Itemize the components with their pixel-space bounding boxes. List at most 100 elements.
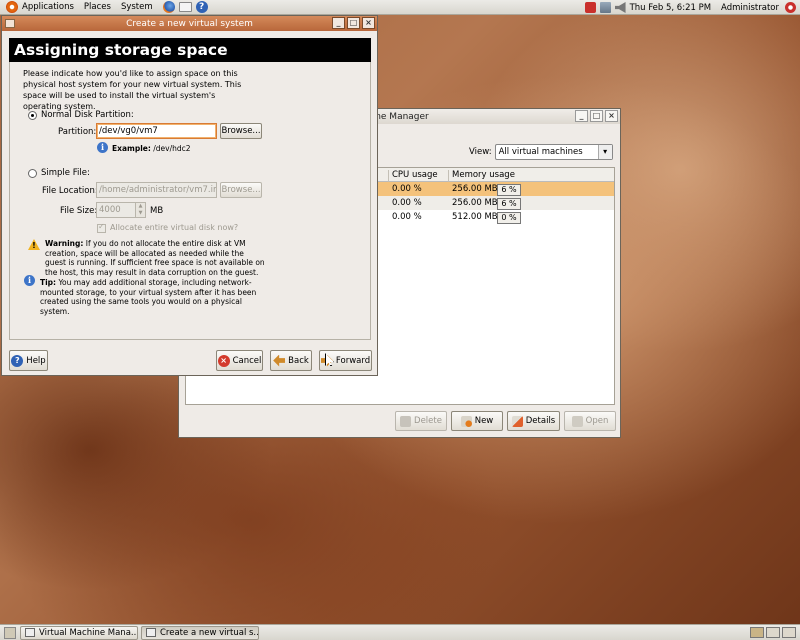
menu-system[interactable]: System: [121, 2, 153, 12]
back-label: Back: [288, 355, 309, 366]
tip-title: Tip:: [40, 278, 57, 287]
update-notifier-icon[interactable]: [584, 2, 596, 13]
memory-percent-badge: 6 %: [497, 184, 521, 196]
intro-text: Please indicate how you'd like to assign…: [23, 69, 242, 111]
system-tray: Thu Feb 5, 6:21 PM Administrator: [584, 0, 800, 15]
file-location-label: File Location:: [42, 186, 98, 196]
warning-title: Warning:: [45, 239, 84, 248]
new-button[interactable]: New: [451, 411, 503, 431]
file-size-input[interactable]: 4000: [96, 202, 136, 218]
wizard-title: Create a new virtual system: [126, 18, 253, 29]
partition-label: Partition:: [58, 127, 97, 137]
arrow-left-icon: [273, 354, 286, 367]
maximize-icon[interactable]: □: [590, 110, 603, 122]
file-size-label: File Size:: [60, 206, 98, 216]
column-cpu-usage[interactable]: CPU usage: [392, 170, 438, 180]
stepper-icon[interactable]: ▲ ▼: [136, 202, 146, 218]
back-button[interactable]: Back: [270, 350, 312, 371]
minimize-icon[interactable]: _: [575, 110, 588, 122]
mail-icon[interactable]: [178, 2, 192, 12]
chevron-down-icon[interactable]: ▾: [597, 145, 612, 159]
clock[interactable]: Thu Feb 5, 6:21 PM: [630, 3, 711, 13]
cancel-button[interactable]: × Cancel: [216, 350, 263, 371]
close-icon[interactable]: ×: [362, 17, 375, 29]
show-desktop-icon[interactable]: [4, 626, 16, 639]
example-label: Example:: [112, 144, 151, 153]
close-icon[interactable]: ×: [605, 110, 618, 122]
simple-file-label[interactable]: Simple File:: [41, 168, 90, 178]
open-label: Open: [585, 416, 609, 426]
help-icon[interactable]: ?: [195, 1, 208, 13]
memory-usage-cell: 512.00 MB: [452, 212, 498, 222]
details-button[interactable]: Details: [507, 411, 560, 431]
file-location-input[interactable]: /home/administrator/vm7.img: [96, 182, 217, 198]
simple-file-radio[interactable]: [28, 169, 37, 178]
cpu-usage-cell: 0.00 %: [392, 184, 422, 194]
delete-button[interactable]: Delete: [395, 411, 447, 431]
cancel-icon: ×: [217, 354, 230, 367]
window-icon: [146, 628, 156, 637]
example-text: Example: /dev/hdc2: [112, 144, 191, 153]
window-icon: [25, 628, 35, 637]
file-size-unit: MB: [150, 206, 164, 216]
network-icon[interactable]: [599, 2, 611, 13]
allocate-checkbox[interactable]: [97, 222, 106, 233]
workspace-2[interactable]: [766, 627, 780, 638]
window-menu-icon[interactable]: [5, 19, 15, 28]
help-label: Help: [26, 355, 46, 366]
workspace-1[interactable]: [750, 627, 764, 638]
allocate-label[interactable]: Allocate entire virtual disk now?: [110, 223, 238, 232]
volume-icon[interactable]: [614, 2, 626, 13]
open-button[interactable]: Open: [564, 411, 616, 431]
new-label: New: [474, 416, 494, 426]
warning-text: Warning: If you do not allocate the enti…: [45, 239, 267, 277]
taskbar-item-wizard[interactable]: Create a new virtual s...: [141, 625, 259, 640]
wizard-window: Create a new virtual system _ □ × Assign…: [1, 15, 378, 376]
memory-usage-cell: 256.00 MB: [452, 198, 498, 208]
page-title: Assigning storage space: [9, 38, 371, 62]
file-browse-button[interactable]: Browse...: [220, 182, 262, 198]
new-vm-icon: [460, 415, 472, 427]
minimize-icon[interactable]: _: [332, 17, 345, 29]
help-icon: ?: [11, 354, 24, 367]
partition-browse-button[interactable]: Browse...: [220, 123, 262, 139]
wizard-titlebar[interactable]: Create a new virtual system _ □ ×: [2, 16, 377, 31]
info-icon: i: [97, 142, 108, 153]
tip-text: Tip: You may add additional storage, inc…: [40, 278, 270, 316]
tip-icon: i: [24, 275, 35, 286]
view-label: View:: [469, 147, 492, 157]
details-label: Details: [525, 416, 556, 426]
view-selector: View: All virtual machines ▾: [469, 144, 613, 160]
menu-places[interactable]: Places: [84, 2, 111, 12]
taskbar-item-label: Virtual Machine Mana...: [39, 627, 138, 638]
menu-applications[interactable]: Applications: [22, 2, 74, 12]
cancel-label: Cancel: [232, 355, 262, 366]
cpu-usage-cell: 0.00 %: [392, 212, 422, 222]
workspace-switcher: [748, 627, 796, 638]
user-menu[interactable]: Administrator: [721, 3, 779, 13]
firefox-icon[interactable]: [162, 1, 175, 13]
trash-icon: [400, 415, 412, 427]
memory-usage-cell: 256.00 MB: [452, 184, 498, 194]
forward-label: Forward: [335, 355, 371, 366]
view-combo-value: All virtual machines: [498, 147, 583, 157]
example-value: /dev/hdc2: [153, 144, 191, 153]
memory-percent-badge: 6 %: [497, 198, 521, 210]
taskbar-item-vmm[interactable]: Virtual Machine Mana...: [20, 625, 138, 640]
taskbar-item-label: Create a new virtual s...: [160, 627, 259, 638]
column-memory-usage[interactable]: Memory usage: [452, 170, 515, 180]
vmm-button-bar: Delete New Details Open: [391, 411, 616, 431]
view-combo[interactable]: All virtual machines ▾: [494, 144, 613, 160]
shutdown-icon[interactable]: [785, 2, 796, 13]
maximize-icon[interactable]: □: [347, 17, 360, 29]
memory-percent-badge: 0 %: [497, 212, 521, 224]
normal-partition-radio[interactable]: [28, 111, 37, 120]
help-button[interactable]: ? Help: [9, 350, 48, 371]
warning-icon: !: [28, 239, 40, 250]
ubuntu-logo-icon[interactable]: [6, 1, 18, 13]
cpu-usage-cell: 0.00 %: [392, 198, 422, 208]
partition-input[interactable]: /dev/vg0/vm7: [96, 123, 217, 139]
normal-partition-label[interactable]: Normal Disk Partition:: [41, 110, 134, 120]
details-icon: [511, 415, 523, 427]
trash-icon[interactable]: [782, 627, 796, 638]
